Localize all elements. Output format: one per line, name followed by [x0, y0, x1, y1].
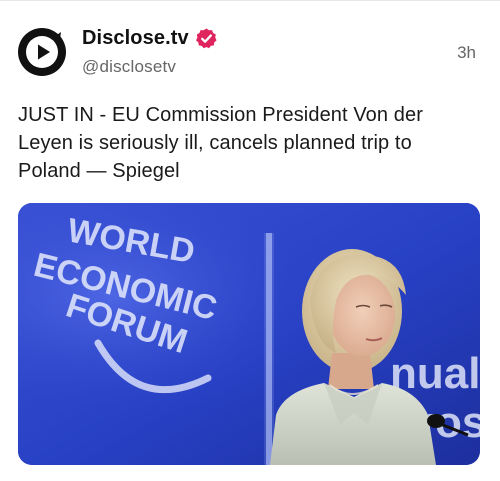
post-image-artwork: WORLD ECONOMIC FORUM nual avos 2 — [18, 203, 480, 465]
post-image[interactable]: WORLD ECONOMIC FORUM nual avos 2 — [18, 203, 480, 465]
profile-avatar[interactable] — [18, 28, 66, 76]
user-handle[interactable]: @disclosetv — [82, 57, 176, 77]
post-text: JUST IN - EU Commission President Von de… — [18, 104, 423, 182]
post-card[interactable]: Disclose.tv @disclosetv 3h JUST IN - EU … — [0, 0, 500, 481]
verified-badge-icon — [195, 28, 217, 49]
display-name-text: Disclose.tv — [82, 27, 189, 49]
post-timestamp[interactable]: 3h — [457, 43, 476, 63]
play-icon — [26, 32, 61, 68]
display-name[interactable]: Disclose.tv — [82, 27, 218, 50]
